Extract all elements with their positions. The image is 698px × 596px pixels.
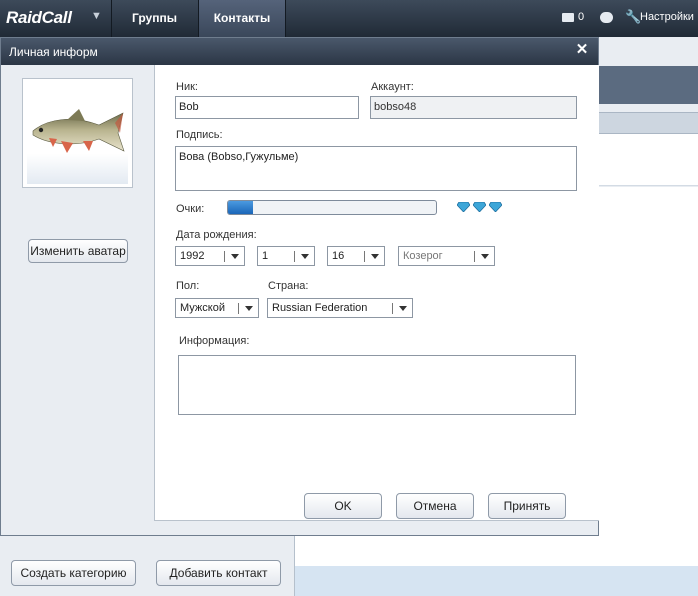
mail-count: 0 xyxy=(578,11,585,23)
dialog-title: Личная информ xyxy=(9,45,98,59)
background-header xyxy=(599,66,698,104)
dropdown-arrow-icon xyxy=(399,306,407,311)
add-contact-button[interactable]: Добавить контакт xyxy=(156,560,281,586)
tab-groups[interactable]: Группы xyxy=(111,0,197,37)
background-panel xyxy=(599,134,698,186)
mail-icon[interactable] xyxy=(562,13,574,22)
logo-menu-icon[interactable]: ▼ xyxy=(91,10,102,22)
gender-value: Мужской xyxy=(180,302,225,314)
dropdown-arrow-icon xyxy=(231,254,239,259)
ok-button[interactable]: OK xyxy=(304,493,382,519)
dropdown-arrow-icon xyxy=(481,254,489,259)
signature-label: Подпись: xyxy=(176,129,223,141)
zodiac-select: Козерог xyxy=(398,246,495,266)
nick-field[interactable]: Bob xyxy=(175,96,359,119)
birth-day-select[interactable]: 16 xyxy=(327,246,385,266)
birth-month-select[interactable]: 1 xyxy=(257,246,315,266)
app-logo[interactable]: RaidCall xyxy=(6,8,72,28)
signature-field[interactable]: Вова (Bobso,Гужульме) xyxy=(175,146,577,191)
zodiac-value: Козерог xyxy=(403,250,443,262)
points-progress-fill xyxy=(228,201,253,214)
tab-contacts[interactable]: Контакты xyxy=(198,0,286,37)
background-content xyxy=(599,187,698,567)
apply-button[interactable]: Принять xyxy=(488,493,566,519)
avatar-pane: Изменить аватар xyxy=(1,65,154,535)
birth-year-value: 1992 xyxy=(180,250,205,262)
points-label: Очки: xyxy=(176,203,205,215)
wrench-icon[interactable]: 🔧 xyxy=(625,9,641,25)
dropdown-arrow-icon xyxy=(301,254,309,259)
cancel-button[interactable]: Отмена xyxy=(396,493,474,519)
info-field[interactable] xyxy=(178,355,576,415)
top-bar: RaidCall ▼ Группы Контакты 0 🔧 Настройки xyxy=(0,0,698,37)
dropdown-arrow-icon xyxy=(371,254,379,259)
change-avatar-button[interactable]: Изменить аватар xyxy=(28,239,128,263)
gender-label: Пол: xyxy=(176,280,200,292)
background-footer xyxy=(295,536,698,566)
nick-label: Ник: xyxy=(176,81,198,93)
dialog-titlebar: Личная информ ✕ xyxy=(1,38,598,65)
avatar-frame xyxy=(22,78,133,188)
settings-link[interactable]: Настройки xyxy=(640,11,694,23)
create-category-button[interactable]: Создать категорию xyxy=(11,560,136,586)
chat-icon[interactable] xyxy=(600,12,613,23)
gender-select[interactable]: Мужской xyxy=(175,298,259,318)
birth-month-value: 1 xyxy=(262,250,269,262)
country-label: Страна: xyxy=(268,280,309,292)
birth-day-value: 16 xyxy=(332,250,345,262)
fish-image xyxy=(32,109,125,153)
diamond-icon xyxy=(489,202,502,212)
close-icon[interactable]: ✕ xyxy=(574,42,590,58)
account-field: bobso48 xyxy=(370,96,577,119)
birth-year-select[interactable]: 1992 xyxy=(175,246,245,266)
personal-info-dialog: Личная информ ✕ Изменить аватар Ник: Bob… xyxy=(0,37,599,536)
account-label: Аккаунт: xyxy=(371,81,414,93)
birth-date-label: Дата рождения: xyxy=(176,229,257,241)
background-strip xyxy=(599,112,698,134)
diamond-icon xyxy=(473,202,486,212)
dropdown-arrow-icon xyxy=(245,306,253,311)
country-select[interactable]: Russian Federation xyxy=(267,298,413,318)
avatar xyxy=(27,83,128,184)
info-label: Информация: xyxy=(179,335,250,347)
points-progress-bar xyxy=(227,200,437,215)
background-footer-blue xyxy=(295,566,698,596)
country-value: Russian Federation xyxy=(272,302,368,314)
diamond-icon xyxy=(457,202,470,212)
profile-form: Ник: Bob Аккаунт: bobso48 Подпись: Вова … xyxy=(154,65,599,521)
